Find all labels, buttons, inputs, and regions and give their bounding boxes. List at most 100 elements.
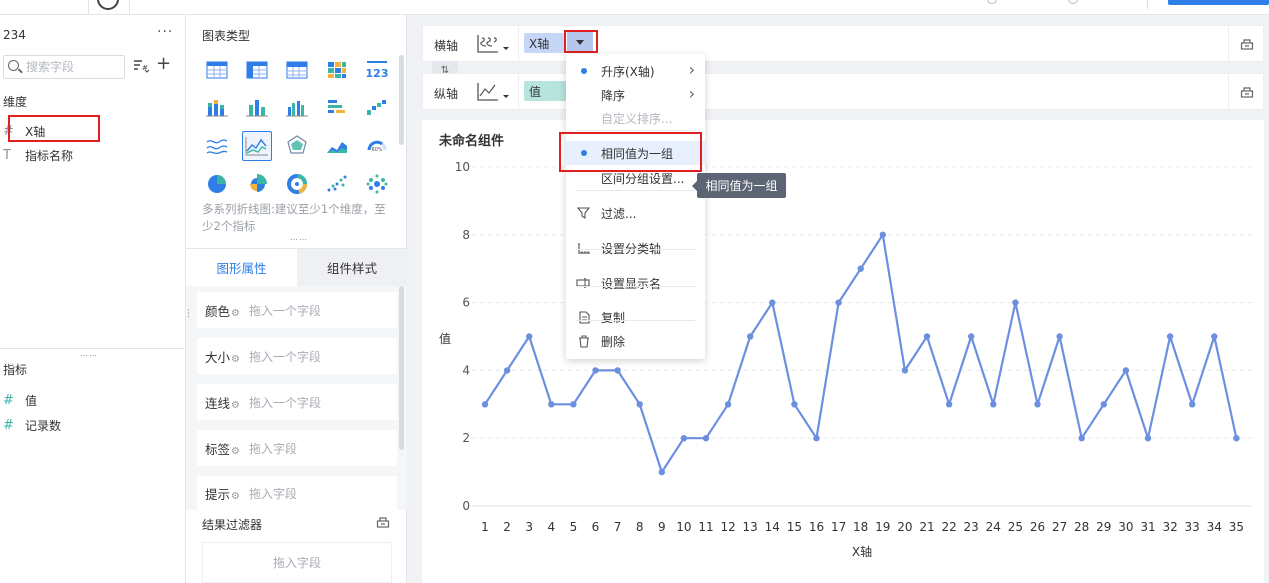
axis-settings[interactable] xyxy=(1228,26,1264,61)
attr-drop-zone[interactable]: 拖入一个字段 xyxy=(249,302,321,319)
data-point xyxy=(769,299,776,306)
x-axis-bar: 横轴 X轴 xyxy=(422,25,1264,62)
attr-row-size[interactable]: 大小⚙ 拖入一个字段 xyxy=(197,338,397,374)
divider xyxy=(518,74,519,109)
gear-icon[interactable]: ⚙ xyxy=(231,446,240,457)
x-tick-label: 3 xyxy=(525,520,533,534)
menu-item-set-display-name[interactable]: 设置显示名 xyxy=(566,271,705,295)
menu-item-sort-asc[interactable]: 升序(X轴) › xyxy=(566,59,705,83)
data-point xyxy=(1166,333,1174,340)
bell-icon[interactable] xyxy=(987,0,997,4)
y-axis-field-pill[interactable]: 值 xyxy=(524,81,568,101)
attr-drop-zone[interactable]: 拖入字段 xyxy=(249,440,297,457)
chevron-right-icon: › xyxy=(688,84,695,103)
search-icon xyxy=(8,60,19,71)
data-point xyxy=(791,401,798,408)
data-point xyxy=(481,401,489,408)
chart-type-gauge-icon[interactable]: 60% xyxy=(362,131,392,161)
text-type-icon: T xyxy=(3,147,11,163)
chart-type-heat-table-icon[interactable] xyxy=(322,55,352,85)
axis-settings[interactable] xyxy=(1228,74,1264,109)
chart-type-table-icon[interactable] xyxy=(202,55,232,85)
chart-type-pie-icon[interactable] xyxy=(202,169,232,199)
divider xyxy=(518,26,519,61)
scrollbar[interactable] xyxy=(399,55,404,145)
x-tick-label: 20 xyxy=(897,520,912,534)
search-input[interactable] xyxy=(26,59,122,75)
data-point xyxy=(1233,435,1240,442)
x-tick-label: 16 xyxy=(809,520,824,534)
field-item-value[interactable]: # 值 xyxy=(3,390,37,410)
sort-fields-icon[interactable]: # xyxy=(133,59,150,76)
menu-item-delete[interactable]: 删除 xyxy=(566,329,705,353)
data-point xyxy=(680,435,688,442)
menu-item-filter[interactable]: 过滤... xyxy=(566,201,705,225)
drag-handle[interactable]: ⋮ xyxy=(184,309,193,319)
add-field-icon[interactable]: + xyxy=(156,53,171,74)
svg-text:#: # xyxy=(142,64,148,72)
tab-component-style[interactable]: 组件样式 xyxy=(297,249,407,286)
gear-icon[interactable]: ⚙ xyxy=(231,400,240,411)
attr-row-color[interactable]: 颜色⚙ 拖入一个字段 xyxy=(197,292,397,328)
menu-item-label: 区间分组设置... xyxy=(601,171,685,186)
chart-type-kpi-number-icon[interactable]: 123 xyxy=(362,55,392,85)
attr-label: 连线 xyxy=(205,395,231,411)
chart-type-grouped-bar-icon[interactable] xyxy=(242,93,272,123)
menu-item-label: 删除 xyxy=(601,334,626,349)
chart-type-stacked-area-icon[interactable] xyxy=(322,131,352,161)
chart-type-area-lines-icon[interactable] xyxy=(202,131,232,161)
chart-type-multi-bar-icon[interactable] xyxy=(282,93,312,123)
attr-row-tooltip[interactable]: 提示⚙ 拖入字段 xyxy=(197,476,397,510)
attr-drop-zone[interactable]: 拖入字段 xyxy=(249,485,297,502)
chart-type-radar-icon[interactable] xyxy=(282,131,312,161)
chart-type-multi-series-line-icon[interactable] xyxy=(242,131,272,161)
menu-item-sort-desc[interactable]: 降序 › xyxy=(566,83,705,107)
data-point xyxy=(990,401,997,408)
chart-type-detail-table-icon[interactable] xyxy=(282,55,312,85)
field-item-record-count[interactable]: # 记录数 xyxy=(3,415,61,435)
x-axis-field-pill[interactable]: X轴 xyxy=(524,33,564,53)
user-icon[interactable] xyxy=(1068,0,1078,4)
chart-type-scatter-icon[interactable] xyxy=(322,169,352,199)
data-point xyxy=(724,401,732,408)
field-item-metric-name[interactable]: T 指标名称 xyxy=(3,145,73,165)
menu-item-set-category-axis[interactable]: 设置分类轴 xyxy=(566,236,705,260)
resize-handle[interactable]: ⋯⋯ xyxy=(80,351,98,360)
axis-type-icon[interactable] xyxy=(476,33,510,58)
attr-drop-zone[interactable]: 拖入一个字段 xyxy=(249,394,321,411)
tab-graphic-attrs[interactable]: 图形属性 xyxy=(186,249,297,286)
chart-type-stacked-bar-icon[interactable] xyxy=(202,93,232,123)
chart-type-rose-pie-icon[interactable] xyxy=(242,169,272,199)
gear-icon[interactable]: ⚙ xyxy=(231,308,240,319)
chart-type-ring-icon[interactable] xyxy=(282,169,312,199)
attr-drop-zone[interactable]: 拖入一个字段 xyxy=(249,348,321,365)
data-point xyxy=(702,435,710,442)
resize-handle[interactable]: ⋯⋯ xyxy=(290,235,308,244)
hash-icon: # xyxy=(3,417,14,433)
gear-icon[interactable]: ⚙ xyxy=(231,354,240,365)
data-point xyxy=(901,367,909,374)
attr-row-label[interactable]: 标签⚙ 拖入字段 xyxy=(197,430,397,466)
filter-settings-icon[interactable] xyxy=(376,515,390,532)
chart-type-cross-table-icon[interactable] xyxy=(242,55,272,85)
primary-button[interactable] xyxy=(1168,0,1269,5)
chart-type-waterfall-icon[interactable] xyxy=(362,93,392,123)
search-box[interactable] xyxy=(3,55,125,79)
attr-tabs: 图形属性 组件样式 xyxy=(186,248,407,286)
gear-icon[interactable]: ⚙ xyxy=(231,491,240,502)
trash-icon xyxy=(566,334,601,348)
data-point xyxy=(548,401,555,408)
attr-label: 颜色 xyxy=(205,303,231,319)
y-tick-label: 4 xyxy=(462,363,470,377)
attr-row-line[interactable]: 连线⚙ 拖入一个字段 xyxy=(197,384,397,420)
data-point xyxy=(835,299,842,306)
menu-item-copy[interactable]: 复制 xyxy=(566,305,705,329)
chart-type-range-bar-icon[interactable] xyxy=(322,93,352,123)
axis-type-icon[interactable] xyxy=(476,81,510,106)
chart-type-bubble-icon[interactable] xyxy=(362,169,392,199)
x-tick-label: 12 xyxy=(720,520,735,534)
scrollbar[interactable] xyxy=(399,286,404,450)
result-filter-drop-zone[interactable]: 拖入字段 xyxy=(202,542,392,583)
more-icon[interactable]: ··· xyxy=(157,24,173,40)
y-axis-title: 值 xyxy=(439,331,451,346)
